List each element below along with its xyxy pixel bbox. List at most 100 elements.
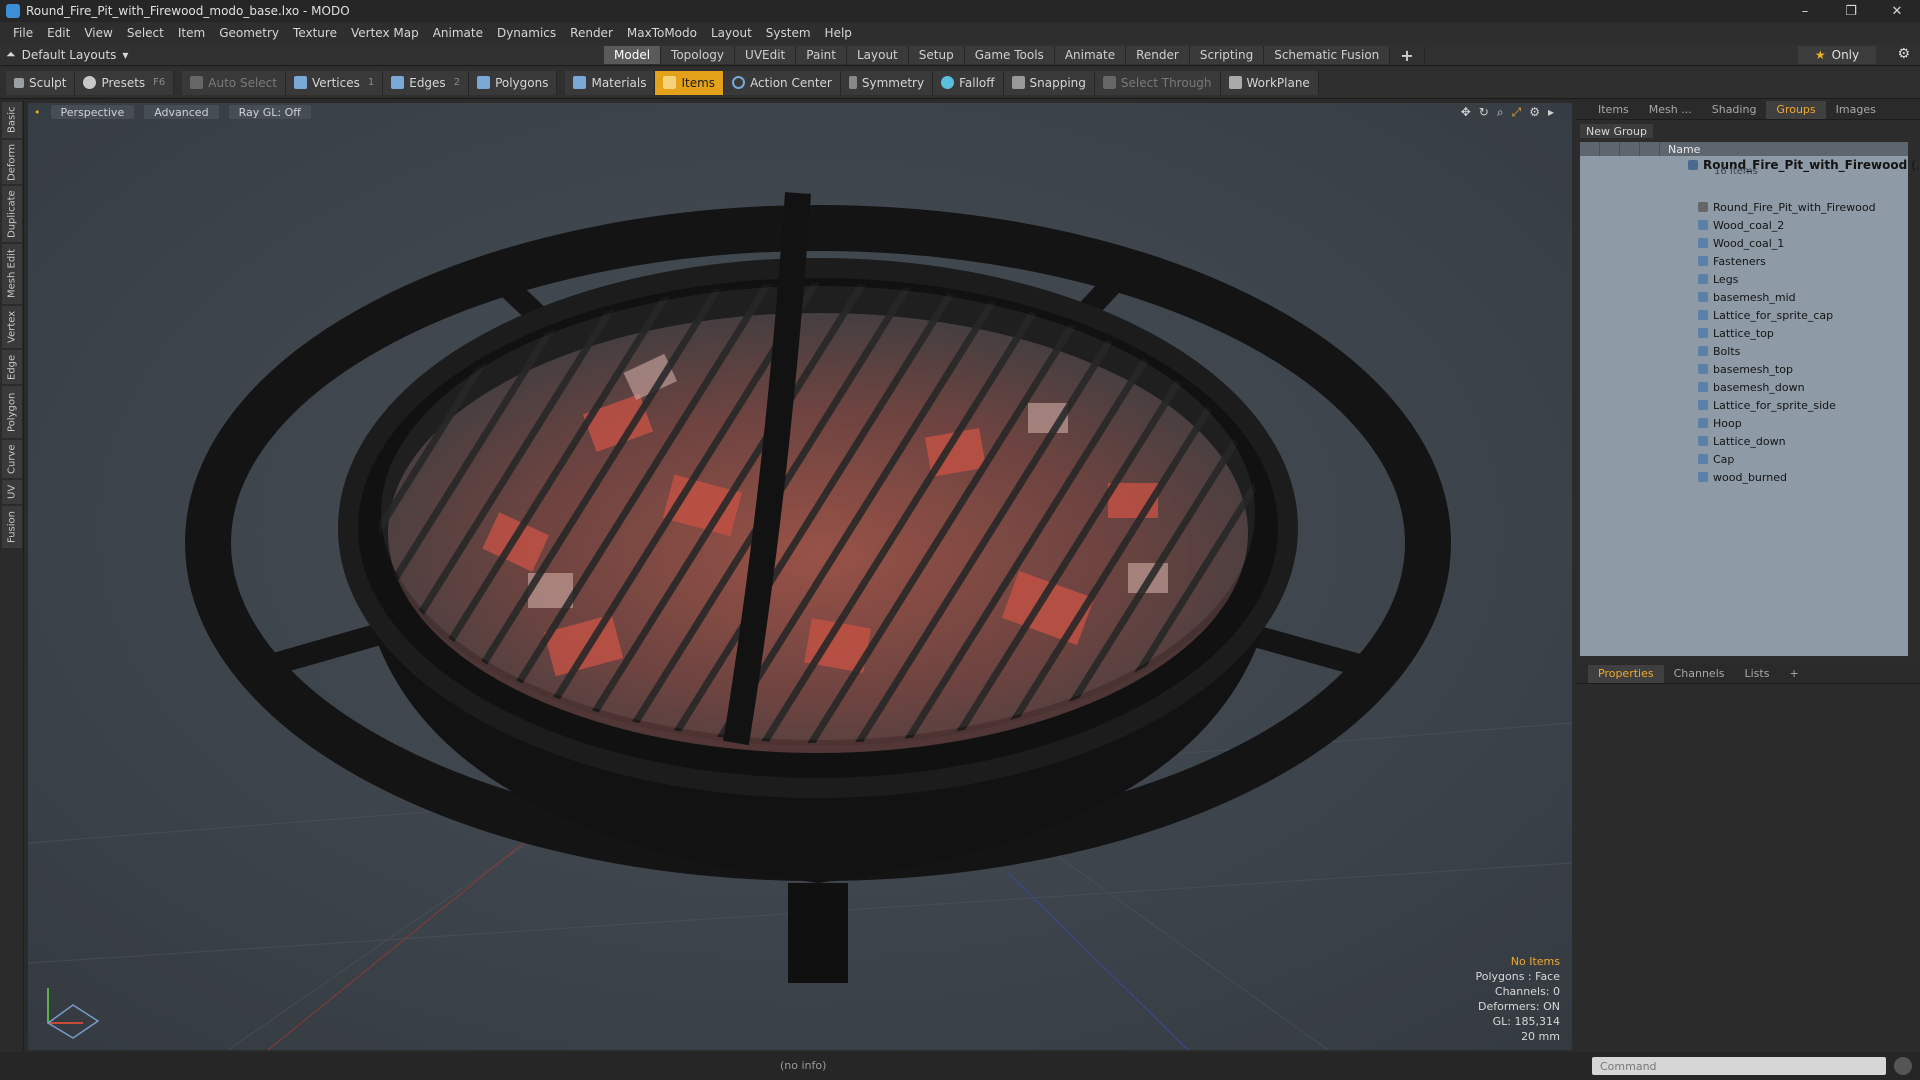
new-group-button[interactable]: New Group xyxy=(1580,124,1653,138)
list-item[interactable]: Round_Fire_Pit_with_Firewood xyxy=(1698,198,1876,216)
list-item[interactable]: Lattice_down xyxy=(1698,432,1786,450)
list-item[interactable]: Lattice_for_sprite_side xyxy=(1698,396,1836,414)
tab-animate[interactable]: Animate xyxy=(1054,46,1127,64)
tab-render[interactable]: Render xyxy=(1126,46,1190,64)
tab-setup[interactable]: Setup xyxy=(908,46,965,64)
rotate-icon[interactable]: ↻ xyxy=(1479,105,1489,120)
tab-properties[interactable]: Properties xyxy=(1588,664,1664,683)
restore-button[interactable]: ❐ xyxy=(1828,0,1874,22)
lock-col-icon[interactable] xyxy=(1620,142,1640,156)
visibility-col-icon[interactable] xyxy=(1580,142,1600,156)
materials-button[interactable]: Materials xyxy=(565,70,656,95)
list-item[interactable]: basemesh_top xyxy=(1698,360,1793,378)
gear-icon[interactable]: ⚙ xyxy=(1897,46,1910,62)
add-panel-tab-button[interactable]: + xyxy=(1779,667,1808,680)
tab-topology[interactable]: Topology xyxy=(661,46,736,64)
menu-item[interactable]: Item xyxy=(171,26,212,40)
menu-file[interactable]: File xyxy=(6,26,40,40)
menu-texture[interactable]: Texture xyxy=(286,26,344,40)
tab-polygon[interactable]: Polygon xyxy=(2,386,22,438)
menu-select[interactable]: Select xyxy=(120,26,171,40)
tab-mesh[interactable]: Mesh ... xyxy=(1639,101,1702,119)
tab-items[interactable]: Items xyxy=(1588,101,1639,119)
tab-shading[interactable]: Shading xyxy=(1702,101,1767,119)
menu-layout[interactable]: Layout xyxy=(704,26,759,40)
viewport-settings-icon[interactable]: ⚙ xyxy=(1529,105,1540,120)
menu-geometry[interactable]: Geometry xyxy=(212,26,286,40)
3d-viewport[interactable]: • Perspective Advanced Ray GL: Off ✥ ↻ ⌕… xyxy=(28,103,1572,1050)
zoom-icon[interactable]: ⌕ xyxy=(1497,105,1504,120)
pan-icon[interactable]: ✥ xyxy=(1461,105,1471,120)
tab-edge[interactable]: Edge xyxy=(2,350,22,384)
list-item[interactable]: Legs xyxy=(1698,270,1738,288)
items-button[interactable]: Items xyxy=(655,70,725,95)
select-through-button[interactable]: Select Through xyxy=(1094,70,1221,95)
falloff-button[interactable]: Falloff xyxy=(933,70,1004,95)
menu-view[interactable]: View xyxy=(77,26,119,40)
raygl-toggle[interactable]: Ray GL: Off xyxy=(228,105,311,119)
list-item[interactable]: Bolts xyxy=(1698,342,1740,360)
tab-lists[interactable]: Lists xyxy=(1735,667,1780,680)
sculpt-button[interactable]: Sculpt xyxy=(6,70,76,95)
tab-paint[interactable]: Paint xyxy=(796,46,847,64)
list-item[interactable]: Lattice_top xyxy=(1698,324,1774,342)
select-col-icon[interactable] xyxy=(1640,142,1660,156)
menu-animate[interactable]: Animate xyxy=(426,26,490,40)
list-item[interactable]: wood_burned xyxy=(1698,468,1787,486)
symmetry-button[interactable]: Symmetry xyxy=(840,70,934,95)
list-item[interactable]: basemesh_mid xyxy=(1698,288,1796,306)
tab-mesh-edit[interactable]: Mesh Edit xyxy=(2,244,22,304)
default-layouts-dropdown[interactable]: ⏶ Default Layouts ▾ xyxy=(6,47,128,62)
tab-scripting[interactable]: Scripting xyxy=(1189,46,1265,64)
polygons-button[interactable]: Polygons xyxy=(469,70,558,95)
tab-deform[interactable]: Deform xyxy=(2,140,22,184)
auto-select-button[interactable]: Auto Select xyxy=(182,70,286,95)
tab-vertex[interactable]: Vertex xyxy=(2,306,22,348)
tab-images[interactable]: Images xyxy=(1826,101,1886,119)
tab-game-tools[interactable]: Game Tools xyxy=(964,46,1055,64)
workplane-button[interactable]: WorkPlane xyxy=(1220,70,1319,95)
list-item[interactable]: Fasteners xyxy=(1698,252,1766,270)
presets-button[interactable]: Presets F6 xyxy=(75,70,175,95)
expand-arrow-icon[interactable]: ▸ xyxy=(1548,105,1554,120)
command-history-icon[interactable] xyxy=(1894,1057,1912,1075)
add-tab-button[interactable]: + xyxy=(1390,46,1425,65)
tab-model[interactable]: Model xyxy=(604,46,662,64)
command-input[interactable]: Command xyxy=(1592,1057,1886,1075)
snapping-button[interactable]: Snapping xyxy=(1003,70,1095,95)
menu-system[interactable]: System xyxy=(759,26,818,40)
tab-curve[interactable]: Curve xyxy=(2,440,22,478)
render-col-icon[interactable] xyxy=(1600,142,1620,156)
tab-channels[interactable]: Channels xyxy=(1664,667,1735,680)
menu-render[interactable]: Render xyxy=(563,26,620,40)
list-item[interactable]: Cap xyxy=(1698,450,1734,468)
tab-layout[interactable]: Layout xyxy=(846,46,909,64)
menu-dynamics[interactable]: Dynamics xyxy=(490,26,563,40)
list-item[interactable]: Lattice_for_sprite_cap xyxy=(1698,306,1833,324)
minimize-button[interactable]: – xyxy=(1782,0,1828,22)
tab-groups[interactable]: Groups xyxy=(1766,100,1826,119)
list-item[interactable]: Wood_coal_2 xyxy=(1698,216,1784,234)
maximize-icon[interactable]: ⤢ xyxy=(1512,105,1522,120)
action-center-button[interactable]: Action Center xyxy=(724,70,841,95)
edges-button[interactable]: Edges 2 xyxy=(383,70,470,95)
close-button[interactable]: ✕ xyxy=(1874,0,1920,22)
tab-uv[interactable]: UV xyxy=(2,480,22,504)
shading-advanced-button[interactable]: Advanced xyxy=(144,105,219,119)
menu-vertex-map[interactable]: Vertex Map xyxy=(344,26,426,40)
viewport-menu-dot[interactable]: • xyxy=(34,106,41,119)
list-item[interactable]: Wood_coal_1 xyxy=(1698,234,1784,252)
tab-schematic-fusion[interactable]: Schematic Fusion xyxy=(1264,46,1391,64)
menu-help[interactable]: Help xyxy=(818,26,859,40)
tab-uvedit[interactable]: UVEdit xyxy=(735,46,797,64)
view-perspective-button[interactable]: Perspective xyxy=(50,105,135,119)
list-item[interactable]: Hoop xyxy=(1698,414,1742,432)
vertices-button[interactable]: Vertices 1 xyxy=(285,70,384,95)
tab-fusion[interactable]: Fusion xyxy=(2,506,22,548)
menu-edit[interactable]: Edit xyxy=(40,26,77,40)
list-item[interactable]: basemesh_down xyxy=(1698,378,1805,396)
only-button[interactable]: ★ Only xyxy=(1798,46,1876,64)
menu-maxtomodo[interactable]: MaxToModo xyxy=(620,26,704,40)
tab-duplicate[interactable]: Duplicate xyxy=(2,186,22,242)
tab-basic[interactable]: Basic xyxy=(2,102,22,138)
